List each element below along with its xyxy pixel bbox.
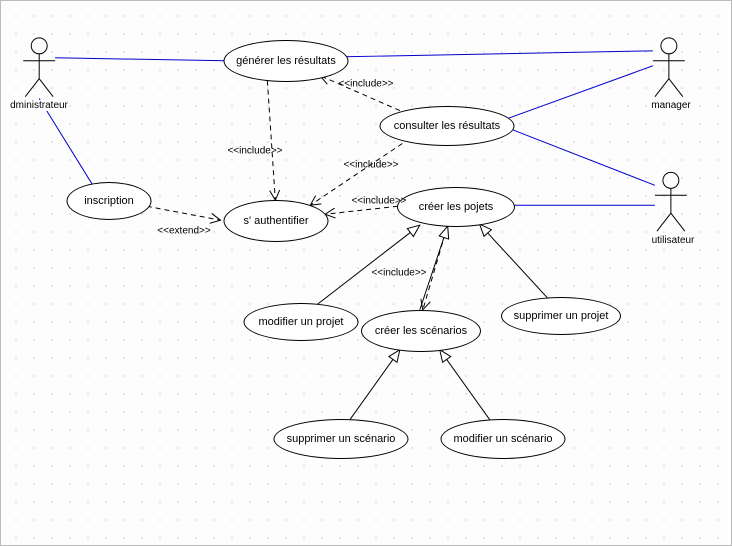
actor-admin-icon [23,38,55,97]
usecase-inscription: inscription [67,182,152,220]
actor-manager-label: manager [650,100,691,111]
diagram-canvas: dministrateur manager utilisateur génére… [0,0,732,546]
stereo-include-3: <<include>> [343,160,398,171]
gen-modscenario-scenarios [440,350,490,420]
actor-manager-icon [653,38,685,97]
stereo-include-5: <<include>> [371,268,426,279]
usecase-generer: générer les résultats [224,40,349,82]
stereo-extend-1: <<extend>> [157,226,210,237]
usecase-supprimer-projet: supprimer un projet [501,297,621,335]
actor-admin-label: dministrateur [9,100,69,111]
usecase-creer-scenarios: créer les scénarios [361,310,481,352]
dep-creerprojets-auth [325,206,398,214]
stereo-include-1: <<include>> [338,79,393,90]
assoc-admin-generer [55,58,225,61]
stereo-include-4: <<include>> [351,196,406,207]
usecase-consulter: consulter les résultats [380,106,515,146]
dep-generer-auth [267,81,275,201]
usecase-modifier-scenario: modifier un scénario [441,419,566,459]
usecase-supprimer-scenario: supprimer un scénario [274,419,409,459]
actor-user-label: utilisateur [651,235,696,246]
assoc-admin-inscription [39,99,96,191]
usecase-modifier-projet: modifier un projet [244,303,359,341]
stereo-include-2: <<include>> [227,146,282,157]
assoc-user-consulter [509,129,654,186]
dep-inscription-auth [147,206,221,220]
assoc-manager-consulter [507,66,652,119]
actor-user-icon [655,172,687,231]
gen-supprscenario-scenarios [350,350,400,420]
assoc-manager-generer [344,51,653,57]
usecase-creer-projets: créer les pojets [397,187,515,227]
usecase-auth: s' authentifier [224,200,329,242]
gen-supprprojet-creerprojets [480,224,550,300]
